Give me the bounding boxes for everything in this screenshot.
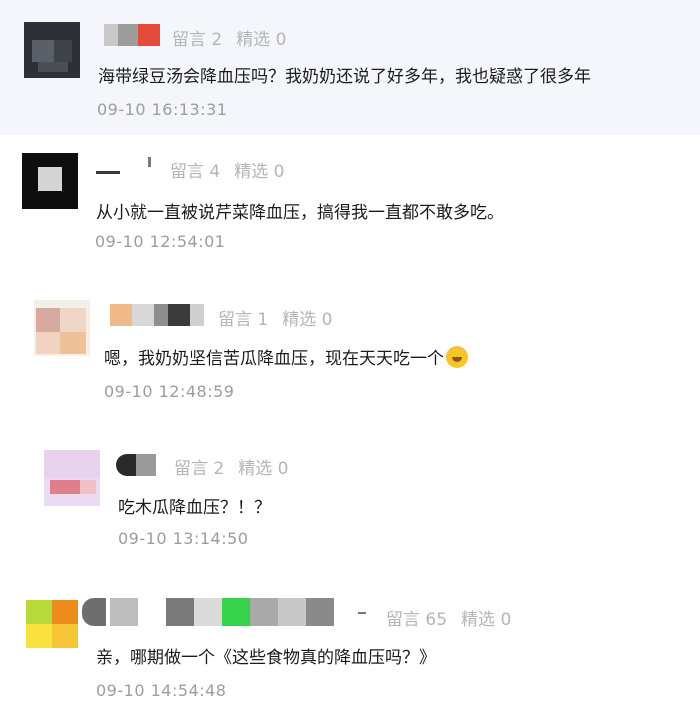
selected-count: 精选 0 — [282, 310, 333, 330]
selected-count: 精选 0 — [461, 610, 512, 630]
comment-time: 09-10 14:54:48 — [96, 681, 227, 700]
reply-count[interactable]: 留言 2 — [174, 459, 224, 479]
username-blurred — [82, 598, 372, 626]
comment-text: 吃木瓜降血压？！？ — [118, 498, 271, 518]
comment-text: 嗯，我奶奶坚信苦瓜降血压，现在天天吃一个 — [104, 344, 468, 369]
username-blurred — [96, 155, 156, 177]
reply-count[interactable]: 留言 4 — [170, 162, 220, 182]
comment-time: 09-10 12:54:01 — [95, 232, 226, 251]
comment-item: 留言 1 精选 0 嗯，我奶奶坚信苦瓜降血压，现在天天吃一个 09-10 12:4… — [0, 280, 700, 430]
reply-count[interactable]: 留言 2 — [172, 30, 222, 50]
comment-meta: 留言 2 精选 0 — [172, 25, 286, 50]
username-blurred — [104, 24, 162, 46]
reply-count[interactable]: 留言 65 — [386, 610, 447, 630]
comment-item: 留言 2 精选 0 海带绿豆汤会降血压吗？我奶奶还说了好多年，我也疑惑了很多年 0… — [0, 0, 700, 135]
reply-count[interactable]: 留言 1 — [218, 310, 268, 330]
username-blurred — [110, 304, 206, 326]
selected-count: 精选 0 — [234, 162, 285, 182]
username-blurred — [116, 454, 158, 476]
comment-item: 留言 65 精选 0 亲，哪期做一个《这些食物真的降血压吗？》 09-10 14:… — [0, 580, 700, 708]
comment-time: 09-10 13:14:50 — [118, 529, 249, 548]
avatar[interactable] — [24, 22, 80, 78]
comment-item: 留言 4 精选 0 从小就一直被说芹菜降血压，搞得我一直都不敢多吃。 09-10 … — [0, 135, 700, 280]
avatar[interactable] — [26, 600, 82, 656]
avatar[interactable] — [34, 300, 90, 356]
selected-count: 精选 0 — [238, 459, 289, 479]
comment-meta: 留言 1 精选 0 — [218, 305, 332, 330]
avatar[interactable] — [44, 450, 100, 506]
comment-time: 09-10 12:48:59 — [104, 382, 235, 401]
comment-text: 亲，哪期做一个《这些食物真的降血压吗？》 — [96, 648, 436, 668]
comment-text: 从小就一直被说芹菜降血压，搞得我一直都不敢多吃。 — [96, 203, 504, 223]
laughing-crying-emoji-icon — [446, 346, 468, 368]
avatar[interactable] — [22, 153, 78, 209]
comment-item: 留言 2 精选 0 吃木瓜降血压？！？ 09-10 13:14:50 — [0, 430, 700, 580]
selected-count: 精选 0 — [236, 30, 287, 50]
comment-time: 09-10 16:13:31 — [97, 100, 228, 119]
comment-meta: 留言 65 精选 0 — [386, 605, 511, 630]
comment-meta: 留言 4 精选 0 — [170, 157, 284, 182]
comment-text: 海带绿豆汤会降血压吗？我奶奶还说了好多年，我也疑惑了很多年 — [98, 67, 591, 87]
comment-meta: 留言 2 精选 0 — [174, 454, 288, 479]
